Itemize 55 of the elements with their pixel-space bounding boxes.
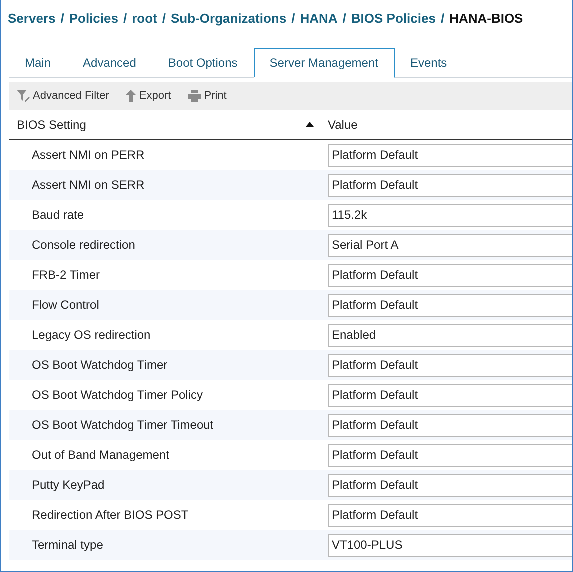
setting-label: OS Boot Watchdog Timer Timeout xyxy=(32,418,214,432)
setting-label: Flow Control xyxy=(32,298,100,312)
setting-label: Redirection After BIOS POST xyxy=(32,508,189,522)
breadcrumb-link[interactable]: Policies xyxy=(69,8,118,28)
column-header[interactable]: BIOS Setting xyxy=(17,116,86,134)
value-field[interactable]: Platform Default xyxy=(328,384,572,406)
breadcrumb-separator: / xyxy=(292,10,296,28)
column-header[interactable]: Value xyxy=(328,116,358,134)
breadcrumb-separator: / xyxy=(440,10,445,28)
value-field[interactable]: Platform Default xyxy=(328,264,572,286)
value-field[interactable]: Platform Default xyxy=(328,504,572,526)
setting-label: Terminal type xyxy=(32,538,104,552)
value-field[interactable]: Platform Default xyxy=(328,414,572,436)
printer-icon xyxy=(188,90,202,102)
setting-label: Console redirection xyxy=(32,238,136,252)
breadcrumb-separator: / xyxy=(162,10,166,28)
value-field[interactable]: Platform Default xyxy=(328,144,572,166)
tab[interactable]: Advanced xyxy=(67,48,152,78)
tab[interactable]: Main xyxy=(9,48,68,78)
setting-label: Assert NMI on SERR xyxy=(32,178,145,192)
value-field[interactable]: Platform Default xyxy=(328,354,572,376)
arrow-up-icon xyxy=(126,90,136,102)
breadcrumb-separator: / xyxy=(123,10,128,28)
value-field[interactable]: Enabled xyxy=(328,324,572,346)
toolbar-button[interactable]: Print xyxy=(188,88,227,104)
setting-label: Assert NMI on PERR xyxy=(32,148,145,162)
value-field[interactable]: Platform Default xyxy=(328,444,572,466)
breadcrumb-link[interactable]: root xyxy=(132,8,158,28)
breadcrumb-link[interactable]: HANA xyxy=(300,8,338,28)
filter-icon xyxy=(17,90,30,102)
value-field[interactable]: Platform Default xyxy=(328,174,572,196)
breadcrumb-link[interactable]: BIOS Policies xyxy=(351,8,436,28)
sort-ascending-icon[interactable] xyxy=(306,122,314,127)
value-field[interactable]: Platform Default xyxy=(328,294,572,316)
setting-label: OS Boot Watchdog Timer Policy xyxy=(32,388,203,402)
tab[interactable]: Boot Options xyxy=(152,48,254,78)
breadcrumb-link[interactable]: Servers xyxy=(8,8,56,28)
setting-label: OS Boot Watchdog Timer xyxy=(32,358,168,372)
toolbar-button[interactable]: Advanced Filter xyxy=(17,88,110,104)
breadcrumb-separator: / xyxy=(342,10,346,28)
value-field[interactable]: Platform Default xyxy=(328,474,572,496)
breadcrumb-link[interactable]: Sub-Organizations xyxy=(171,8,287,28)
value-field[interactable]: Serial Port A xyxy=(328,234,572,256)
breadcrumb-current: HANA-BIOS xyxy=(450,10,524,28)
tab[interactable]: Server Management xyxy=(254,48,394,78)
setting-label: Putty KeyPad xyxy=(32,478,105,492)
setting-label: Legacy OS redirection xyxy=(32,328,151,342)
toolbar-button[interactable]: Export xyxy=(126,88,172,104)
setting-label: FRB-2 Timer xyxy=(32,268,100,282)
breadcrumb-separator: / xyxy=(60,10,64,28)
value-field[interactable]: 115.2k xyxy=(328,204,572,226)
setting-label: Out of Band Management xyxy=(32,448,170,462)
value-field[interactable]: VT100-PLUS xyxy=(328,534,572,556)
tab[interactable]: Events xyxy=(394,48,464,78)
setting-label: Baud rate xyxy=(32,208,84,222)
